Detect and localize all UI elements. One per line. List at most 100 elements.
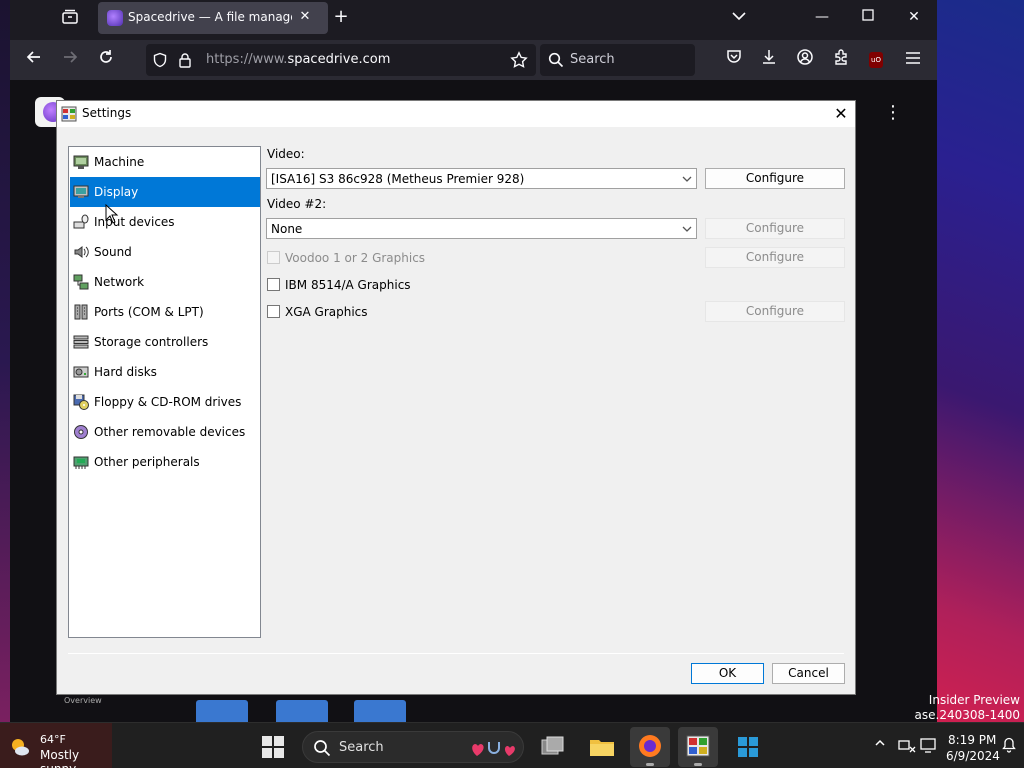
category-item-storage-controllers[interactable]: Storage controllers: [70, 327, 260, 357]
category-item-sound[interactable]: Sound: [70, 237, 260, 267]
tab-list-icon[interactable]: [58, 8, 82, 28]
ibm-8514a-checkbox[interactable]: [267, 278, 280, 291]
category-item-hard-disks[interactable]: Hard disks: [70, 357, 260, 387]
shield-icon[interactable]: [152, 52, 168, 71]
search-icon: [313, 739, 331, 760]
pocket-icon[interactable]: [722, 48, 746, 72]
background-overview-label: Overview: [64, 696, 102, 705]
bookmark-star-icon[interactable]: [510, 51, 528, 72]
dialog-separator: [68, 653, 844, 654]
tab-title: Spacedrive — A file manager fr: [128, 10, 292, 24]
minimize-icon[interactable]: —: [807, 6, 837, 28]
video2-label: Video #2:: [267, 197, 327, 211]
removable-devices-icon: [73, 424, 89, 440]
dialog-title: Settings: [82, 106, 132, 120]
sun-cloud-icon: [9, 736, 31, 758]
ports-icon: [73, 304, 89, 320]
desktop-wallpaper-right: [937, 0, 1024, 722]
tab-close-icon[interactable]: ✕: [296, 8, 314, 26]
taskbar-search-label: Search: [339, 740, 384, 755]
category-item-display[interactable]: Display: [70, 177, 260, 207]
search-placeholder: Search: [570, 52, 615, 67]
folder-icon: [276, 700, 328, 722]
sound-icon: [73, 244, 89, 260]
widgets-app-icon[interactable]: [728, 727, 768, 767]
category-item-ports[interactable]: Ports (COM & LPT): [70, 297, 260, 327]
network-icon: [73, 274, 89, 290]
tab-bar: Spacedrive — A file manager fr ✕ + — ✕: [10, 0, 937, 36]
folder-icon: [354, 700, 406, 722]
account-icon[interactable]: [793, 48, 817, 72]
navigation-toolbar: https://www.spacedrive.com Search uO: [10, 40, 937, 80]
voodoo-configure-button[interactable]: Configure: [705, 247, 845, 268]
file-explorer-icon[interactable]: [582, 727, 622, 767]
downloads-icon[interactable]: [757, 48, 781, 72]
category-list: Machine Display Input devices Sound Netw…: [68, 146, 261, 638]
new-tab-icon[interactable]: +: [330, 6, 352, 28]
reload-icon[interactable]: [94, 48, 118, 72]
xga-configure-button[interactable]: Configure: [705, 301, 845, 322]
machine-icon: [73, 154, 89, 170]
clock-date[interactable]: 6/9/2024: [946, 749, 1000, 763]
hamburger-menu-icon[interactable]: [901, 48, 925, 72]
xga-label: XGA Graphics: [285, 305, 368, 319]
video-configure-button[interactable]: Configure: [705, 168, 845, 189]
browser-tab[interactable]: Spacedrive — A file manager fr ✕: [98, 2, 328, 34]
video2-configure-button[interactable]: Configure: [705, 218, 845, 239]
xga-checkbox[interactable]: [267, 305, 280, 318]
weather-description: Mostly sunny: [40, 748, 80, 768]
category-item-removable-devices[interactable]: Other removable devices: [70, 417, 260, 447]
category-item-floppy-cdrom[interactable]: Floppy & CD-ROM drives: [70, 387, 260, 417]
display-tray-icon[interactable]: [920, 737, 938, 757]
url-text[interactable]: https://www.spacedrive.com: [206, 52, 390, 67]
category-item-machine[interactable]: Machine: [70, 147, 260, 177]
background-folder-strip: [150, 696, 890, 722]
ublock-origin-icon[interactable]: uO: [869, 52, 883, 68]
forward-arrow-icon[interactable]: [58, 48, 82, 72]
search-highlight-hearts-icon: [469, 736, 519, 763]
weather-widget[interactable]: 64°F Mostly sunny: [0, 723, 112, 768]
category-item-input-devices[interactable]: Input devices: [70, 207, 260, 237]
desktop-wallpaper-left: [0, 0, 10, 722]
more-options-icon[interactable]: ⋮: [884, 102, 902, 123]
close-window-icon[interactable]: ✕: [899, 6, 929, 28]
video-label: Video:: [267, 147, 305, 161]
taskbar-search[interactable]: Search: [302, 731, 524, 763]
search-bar[interactable]: Search: [540, 44, 695, 76]
storage-controllers-icon: [73, 334, 89, 350]
dialog-close-icon[interactable]: ✕: [829, 103, 853, 125]
windows-start-icon[interactable]: [262, 736, 284, 758]
url-bar[interactable]: https://www.spacedrive.com: [146, 44, 536, 76]
display-icon: [73, 184, 89, 200]
voodoo-checkbox[interactable]: [267, 251, 280, 264]
list-all-tabs-chevron-icon[interactable]: [724, 6, 754, 28]
video-select-value: [ISA16] S3 86c928 (Metheus Premier 928): [271, 172, 525, 186]
input-devices-icon: [73, 214, 89, 230]
folder-icon: [196, 700, 248, 722]
category-item-peripherals[interactable]: Other peripherals: [70, 447, 260, 477]
maximize-icon[interactable]: [853, 6, 883, 28]
category-item-network[interactable]: Network: [70, 267, 260, 297]
dialog-titlebar: Settings ✕: [57, 101, 855, 127]
cancel-button[interactable]: Cancel: [772, 663, 845, 684]
back-arrow-icon[interactable]: [22, 48, 46, 72]
peripherals-icon: [73, 454, 89, 470]
taskbar: 64°F Mostly sunny Search 8:19 PM 6/9: [0, 722, 1024, 768]
lock-icon[interactable]: [178, 52, 192, 71]
show-hidden-icons-chevron-icon[interactable]: [874, 737, 886, 753]
clock-time[interactable]: 8:19 PM: [948, 733, 996, 747]
firefox-taskbar-icon[interactable]: [630, 727, 670, 767]
video-select[interactable]: [ISA16] S3 86c928 (Metheus Premier 928): [266, 168, 697, 189]
task-view-icon[interactable]: [532, 727, 572, 767]
weather-temperature: 64°F: [40, 733, 66, 746]
chevron-down-icon: [682, 173, 692, 183]
video2-select[interactable]: None: [266, 218, 697, 239]
86box-taskbar-icon[interactable]: [678, 727, 718, 767]
network-tray-icon[interactable]: [898, 737, 916, 757]
ok-button[interactable]: OK: [691, 663, 764, 684]
extensions-icon[interactable]: [829, 48, 853, 72]
video2-select-value: None: [271, 222, 303, 236]
notification-bell-icon[interactable]: [1002, 737, 1016, 757]
ibm-8514a-label: IBM 8514/A Graphics: [285, 278, 411, 292]
hard-disk-icon: [73, 364, 89, 380]
